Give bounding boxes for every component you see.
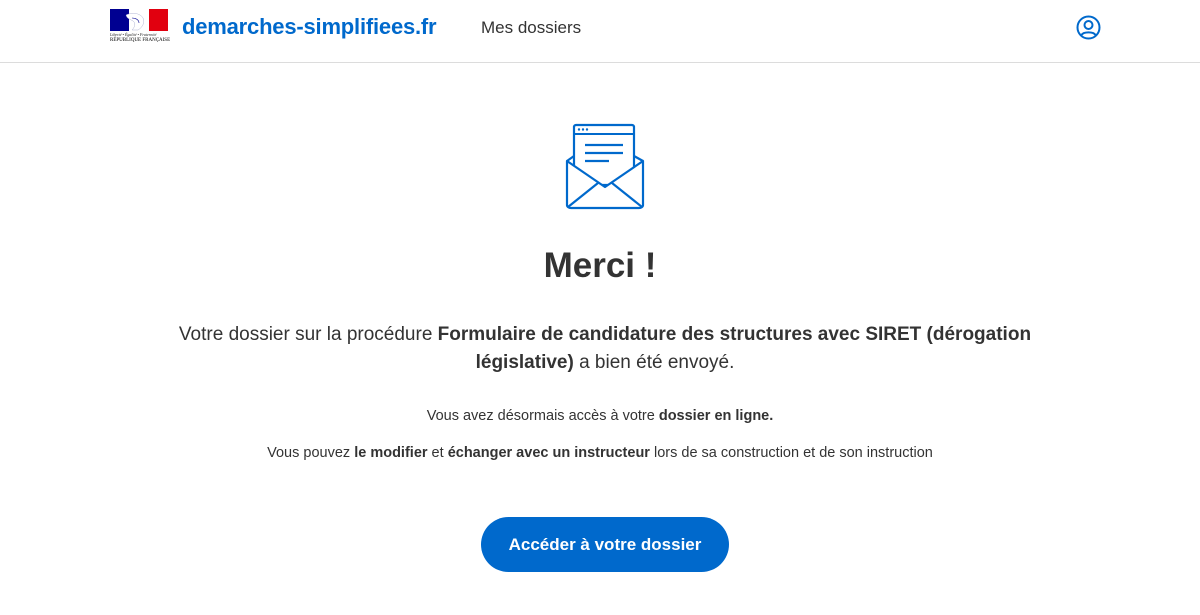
page-title: Merci ! bbox=[543, 246, 657, 285]
info2-bold-exchange: échanger avec un instructeur bbox=[447, 445, 650, 461]
nav-mes-dossiers[interactable]: Mes dossiers bbox=[481, 18, 581, 38]
gov-name: RÉPUBLIQUE FRANÇAISE bbox=[110, 38, 171, 43]
brand-link[interactable]: demarches-simplifiees.fr bbox=[182, 14, 437, 40]
site-header: Liberté • Égalité • Fraternité RÉPUBLIQU… bbox=[0, 0, 1200, 63]
user-circle-icon[interactable] bbox=[1076, 15, 1101, 40]
info2-middle: et bbox=[427, 445, 448, 461]
gov-motto: Liberté • Égalité • Fraternité bbox=[110, 32, 157, 37]
info2-prefix: Vous pouvez bbox=[267, 445, 355, 461]
lead-suffix: a bien été envoyé. bbox=[573, 352, 735, 373]
edit-exchange-info: Vous pouvez le modifier et échanger avec… bbox=[0, 445, 1200, 461]
online-access-info: Vous avez désormais accès à votre dossie… bbox=[0, 408, 1200, 424]
info1-prefix: Vous avez désormais accès à votre bbox=[426, 408, 659, 424]
confirmation-message: Votre dossier sur la procédure Formulair… bbox=[170, 321, 1040, 377]
republique-francaise-logo[interactable]: Liberté • Égalité • Fraternité RÉPUBLIQU… bbox=[110, 9, 170, 45]
lead-prefix: Votre dossier sur la procédure bbox=[178, 324, 438, 345]
marianne-flag-icon bbox=[110, 9, 168, 31]
envelope-letter-icon bbox=[565, 123, 645, 210]
info1-bold: dossier en ligne. bbox=[658, 408, 774, 424]
info2-suffix: lors de sa construction et de son instru… bbox=[649, 445, 933, 461]
info2-bold-modify: le modifier bbox=[354, 445, 428, 461]
access-dossier-button[interactable]: Accéder à votre dossier bbox=[481, 517, 729, 572]
